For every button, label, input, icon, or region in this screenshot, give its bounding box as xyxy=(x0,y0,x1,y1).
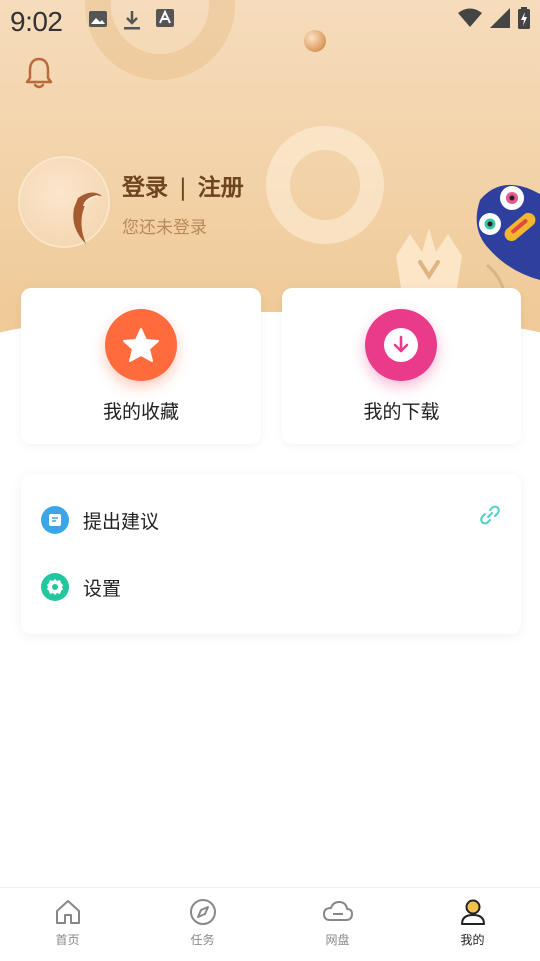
crown-decoration-icon xyxy=(396,228,462,294)
nav-item-home[interactable]: 首页 xyxy=(0,888,135,961)
nav-item-mine[interactable]: 我的 xyxy=(405,888,540,961)
feather-icon xyxy=(73,192,102,244)
nav-item-tasks[interactable]: 任务 xyxy=(135,888,270,961)
image-icon xyxy=(89,11,107,27)
nav-item-cloud[interactable]: 网盘 xyxy=(270,888,405,961)
nav-cloud-label: 网盘 xyxy=(325,933,350,947)
battery-icon xyxy=(518,7,530,29)
status-time: 9:02 xyxy=(10,6,63,37)
not-logged-in-text: 您还未登录 xyxy=(122,218,207,238)
login-register-link[interactable]: 登录 | 注册 xyxy=(122,168,244,202)
login-label[interactable]: 登录 xyxy=(122,175,168,201)
downloads-label: 我的下载 xyxy=(363,401,440,423)
font-icon xyxy=(156,9,174,27)
system-icons xyxy=(458,7,530,29)
star-icon xyxy=(123,328,159,362)
register-label[interactable]: 注册 xyxy=(198,175,244,201)
download-icon xyxy=(124,11,140,30)
bottom-navigation: 首页 任务 网盘 我的 xyxy=(0,887,540,961)
link-icon[interactable] xyxy=(479,504,501,526)
nav-mine-label: 我的 xyxy=(460,933,485,947)
menu-item-feedback[interactable]: 提出建议 xyxy=(41,505,159,535)
decorative-ring xyxy=(266,126,384,244)
bell-icon[interactable] xyxy=(24,56,54,90)
feedback-icon xyxy=(41,506,69,534)
favorites-icon-circle xyxy=(105,309,177,381)
mascot-icon[interactable] xyxy=(470,180,540,290)
wifi-icon xyxy=(458,8,482,27)
menu-card: 提出建议 设置 xyxy=(21,474,521,634)
login-separator: | xyxy=(179,175,187,201)
cloud-icon xyxy=(322,901,353,921)
home-icon xyxy=(55,900,80,924)
settings-gear-icon xyxy=(41,573,69,601)
menu-item-settings[interactable]: 设置 xyxy=(41,572,121,602)
compass-icon xyxy=(189,899,216,925)
signal-icon xyxy=(490,8,510,28)
favorites-label: 我的收藏 xyxy=(102,401,179,423)
downloads-icon-circle xyxy=(365,309,437,381)
notification-icons xyxy=(88,9,174,31)
avatar[interactable] xyxy=(20,158,108,246)
menu-item-settings-label: 设置 xyxy=(83,577,122,600)
status-bar: 9:02 xyxy=(0,0,540,44)
nav-tasks-label: 任务 xyxy=(190,933,215,947)
download-circle-icon xyxy=(384,328,418,362)
profile-icon xyxy=(460,899,485,925)
menu-item-feedback-label: 提出建议 xyxy=(83,510,160,533)
downloads-card[interactable]: 我的下载 xyxy=(282,288,521,444)
favorites-card[interactable]: 我的收藏 xyxy=(21,288,261,444)
nav-home-label: 首页 xyxy=(55,933,80,947)
